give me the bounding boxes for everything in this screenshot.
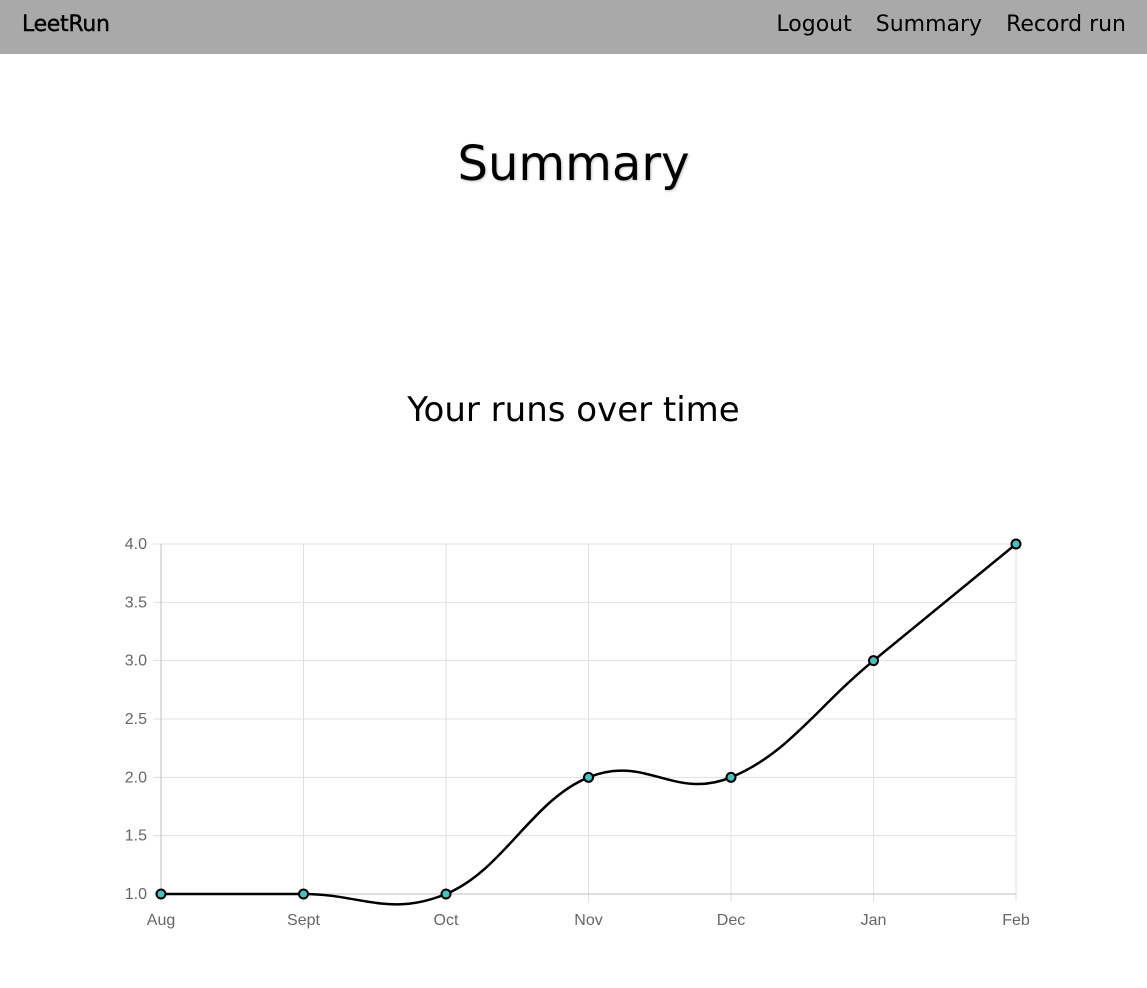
data-point [725, 771, 737, 783]
y-tick-label: 2.0 [125, 769, 147, 786]
y-tick-label: 4.0 [125, 536, 147, 553]
x-tick-label: Aug [147, 912, 175, 929]
y-tick-label: 2.5 [125, 711, 147, 728]
logout-link[interactable]: Logout [776, 12, 851, 37]
runs-line-chart: 1.0 1.5 2.0 2.5 3.0 3.5 4.0 Aug Sept Oct Nov Dec Jan… [125, 536, 1030, 929]
x-tick-label: Sept [287, 912, 320, 929]
y-tick-label: 1.0 [125, 886, 147, 903]
data-point [298, 888, 309, 900]
x-tick-label: Jan [861, 912, 887, 929]
nav-links: Logout Summary Record run [776, 12, 1126, 37]
data-point [440, 888, 452, 900]
data-point [868, 655, 879, 667]
data-point [1010, 538, 1022, 550]
y-tick-label: 3.5 [125, 594, 147, 611]
navbar: LeetRun Logout Summary Record run [0, 0, 1147, 54]
record-run-link[interactable]: Record run [1006, 12, 1126, 37]
x-tick-label: Dec [717, 912, 745, 929]
data-point [155, 888, 167, 900]
brand-link[interactable]: LeetRun [22, 12, 110, 37]
x-tick-label: Oct [434, 912, 459, 929]
chart-grid [153, 543, 1017, 902]
y-tick-label: 3.0 [125, 653, 147, 670]
x-tick-label: Feb [1002, 912, 1030, 929]
data-point [583, 771, 594, 783]
y-tick-label: 1.5 [125, 828, 147, 845]
x-tick-label: Nov [574, 912, 602, 929]
summary-link[interactable]: Summary [876, 12, 982, 37]
page-title: Summary [457, 136, 690, 192]
chart-ticks: 1.0 1.5 2.0 2.5 3.0 3.5 4.0 Aug Sept Oct Nov Dec Jan… [125, 536, 1030, 929]
chart-heading: Your runs over time [407, 390, 740, 430]
